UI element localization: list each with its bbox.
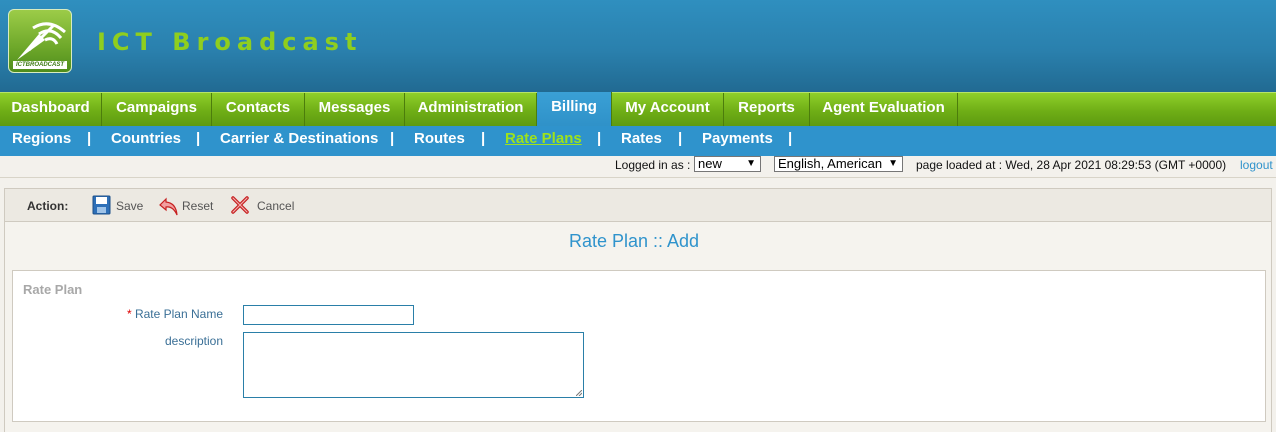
- close-icon: [231, 196, 249, 214]
- action-bar: Action: Save Reset Cancel: [4, 188, 1272, 222]
- save-button[interactable]: Save: [92, 195, 152, 217]
- tab-messages[interactable]: Messages: [305, 93, 405, 126]
- subnav-rate-plans[interactable]: Rate Plans: [505, 126, 582, 152]
- required-mark: *: [126, 307, 132, 321]
- user-select[interactable]: new ▼: [694, 156, 761, 172]
- cancel-label: Cancel: [257, 199, 295, 213]
- subnav-routes[interactable]: Routes: [414, 126, 465, 152]
- subnav-payments[interactable]: Payments: [702, 126, 773, 152]
- tab-billing[interactable]: Billing: [537, 92, 612, 127]
- subnav-separator: |: [788, 130, 793, 147]
- page-loaded-text: page loaded at : Wed, 28 Apr 2021 08:29:…: [916, 158, 1227, 172]
- chevron-down-icon: ▼: [888, 158, 898, 169]
- sub-nav: Regions | Countries | Carrier & Destinat…: [0, 126, 1276, 156]
- status-bar: Logged in as : new ▼ English, American ▼…: [0, 156, 1276, 176]
- app-logo[interactable]: ICTBROADCAST: [8, 9, 72, 73]
- action-label: Action:: [27, 199, 69, 213]
- tab-administration[interactable]: Administration: [405, 93, 537, 126]
- rate-plan-fieldset: Rate Plan * Rate Plan Name description: [12, 270, 1266, 422]
- resize-handle-icon[interactable]: [576, 390, 582, 396]
- description-label: description: [164, 334, 223, 348]
- app-header: ICTBROADCAST ICT Broadcast: [0, 0, 1276, 92]
- subnav-countries[interactable]: Countries: [111, 126, 181, 152]
- tab-my-account[interactable]: My Account: [612, 93, 724, 126]
- fieldset-legend: Rate Plan: [23, 282, 83, 297]
- logged-in-label: Logged in as :: [615, 158, 691, 172]
- tab-dashboard[interactable]: Dashboard: [0, 93, 102, 126]
- language-select[interactable]: English, American ▼: [774, 156, 903, 172]
- tab-reports[interactable]: Reports: [724, 93, 810, 126]
- subnav-separator: |: [390, 130, 395, 147]
- divider: [0, 177, 1276, 178]
- subnav-carrier-destinations[interactable]: Carrier & Destinations: [220, 126, 378, 152]
- rate-plan-name-label: * Rate Plan Name: [73, 307, 223, 321]
- user-select-value: new: [698, 156, 722, 171]
- main-nav: Dashboard Campaigns Contacts Messages Ad…: [0, 92, 1276, 127]
- tab-agent-evaluation[interactable]: Agent Evaluation: [810, 93, 958, 126]
- subnav-separator: |: [481, 130, 486, 147]
- save-label: Save: [116, 199, 144, 213]
- undo-icon: [159, 197, 178, 216]
- reset-button[interactable]: Reset: [158, 195, 222, 217]
- subnav-separator: |: [87, 130, 92, 147]
- subnav-rates[interactable]: Rates: [621, 126, 662, 152]
- cancel-button[interactable]: Cancel: [230, 195, 300, 217]
- tab-campaigns[interactable]: Campaigns: [102, 93, 212, 126]
- logo-text: ICTBROADCAST: [13, 61, 67, 69]
- page-title: Rate Plan :: Add: [568, 231, 700, 251]
- rate-plan-name-input[interactable]: [243, 305, 414, 325]
- subnav-separator: |: [678, 130, 683, 147]
- rate-plan-name-label-text: Rate Plan Name: [134, 307, 223, 321]
- tab-contacts[interactable]: Contacts: [212, 93, 305, 126]
- logout-link[interactable]: logout: [1240, 158, 1273, 172]
- subnav-separator: |: [597, 130, 602, 147]
- chevron-down-icon: ▼: [746, 158, 756, 169]
- app-title: ICT Broadcast: [97, 28, 363, 56]
- subnav-regions[interactable]: Regions: [12, 126, 71, 152]
- language-select-value: English, American: [778, 156, 883, 171]
- reset-label: Reset: [182, 199, 214, 213]
- subnav-separator: |: [196, 130, 201, 147]
- description-textarea[interactable]: [243, 332, 584, 398]
- save-icon: [92, 195, 111, 215]
